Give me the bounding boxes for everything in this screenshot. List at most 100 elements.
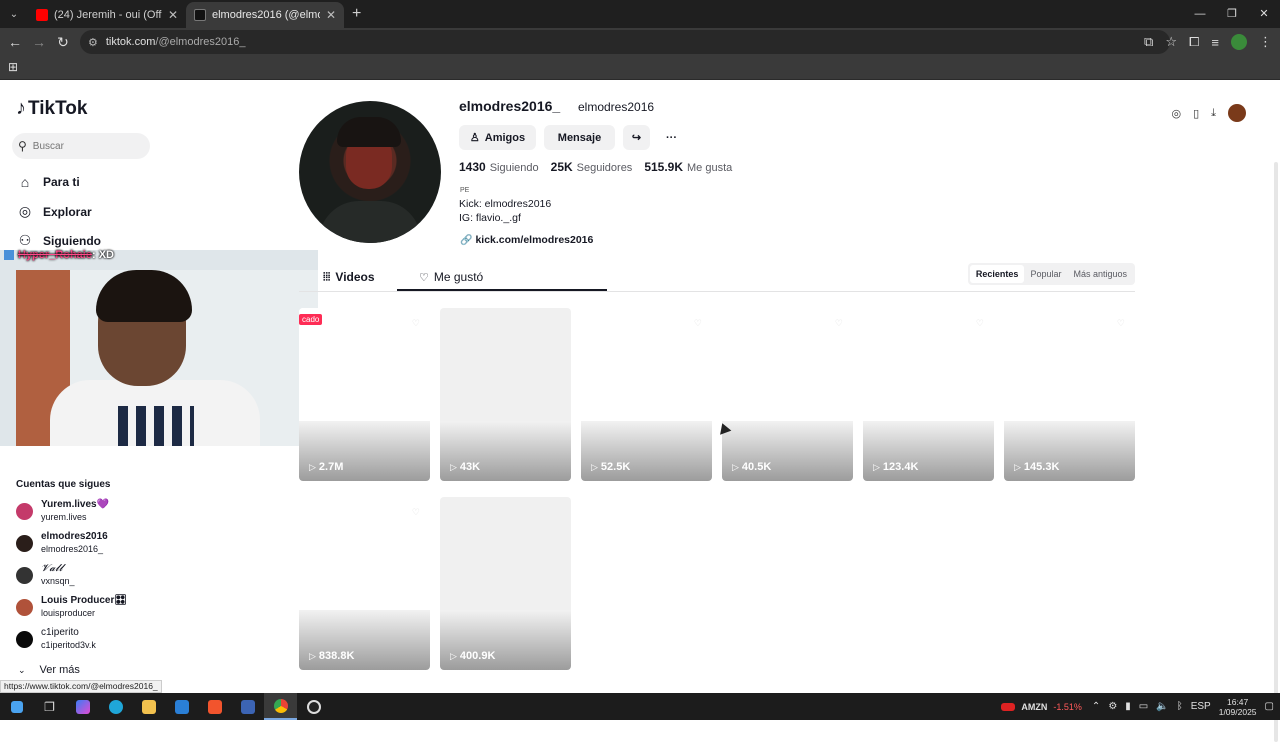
browser-tab[interactable]: (24) Jeremih - oui (Official Audi ✕ [28,2,186,28]
minimize-icon[interactable]: — [1184,0,1216,28]
video-card[interactable]: ♡ ▷ 145.3K [1004,308,1135,481]
tray-app-icon[interactable]: ⚙ [1108,701,1117,712]
heart-icon: ♡ [834,318,843,328]
reload-icon[interactable]: ↻ [51,34,75,51]
share-icon: ↪ [631,132,642,144]
avatar-shirt [319,201,421,243]
search-input[interactable] [32,140,133,152]
following-account[interactable]: Yurem.lives💜 yurem.lives [16,499,109,523]
browser-tab-bar: ⌄ (24) Jeremih - oui (Official Audi ✕ el… [0,0,1280,28]
calculator-icon[interactable] [231,693,264,720]
mail-icon[interactable] [165,693,198,720]
bluetooth-icon[interactable]: ᛒ [1177,701,1183,712]
install-app-icon[interactable]: ⧉ [1144,34,1153,50]
view-count-text: 123.4K [882,461,919,473]
video-card[interactable]: ♡ ▷ 52.5K [581,308,712,481]
task-view-icon[interactable]: ❐ [33,693,66,720]
sort-recent[interactable]: Recientes [969,265,1025,283]
video-card[interactable]: ♡ ▷ 838.8K [299,497,430,670]
compass-icon[interactable]: ◎ [1171,107,1181,120]
notification-icon[interactable]: ▢ [1265,701,1274,712]
close-tab-icon[interactable]: ✕ [168,8,178,22]
grid-icon: ⦙⦙⦙ [323,270,331,283]
following-account[interactable]: c1iperito c1iperitod3v.k [16,627,96,651]
window-controls: — ❐ ✕ [1184,0,1280,28]
more-options-button[interactable]: ··· [658,125,685,150]
tab-liked[interactable]: ♡ Me gustó [419,263,483,291]
mail-glyph [174,699,189,714]
file-explorer-icon[interactable] [132,693,165,720]
friends-button[interactable]: ♙ Amigos [459,125,536,150]
obs-icon[interactable] [297,693,330,720]
site-info-icon[interactable]: ⚙ [88,36,98,49]
search-box[interactable]: ⚲ [12,133,150,159]
address-bar[interactable]: ⚙ tiktok.com/@elmodres2016_ [80,30,1170,54]
new-tab-button[interactable]: + [352,5,361,23]
account-name: Louis Producer🎛 [41,595,128,606]
network-icon[interactable]: ▭ [1139,701,1148,712]
copilot-icon[interactable] [66,693,99,720]
profile-link[interactable]: 🔗 kick.com/elmodres2016 [460,234,593,246]
extensions-icon[interactable]: ⧠ [1189,34,1199,50]
apps-grid-icon[interactable]: ⊞ [8,60,18,74]
page-scrollbar[interactable] [1274,162,1278,742]
volume-icon[interactable]: 🔈 [1156,701,1168,712]
sort-popular[interactable]: Popular [1024,265,1067,283]
brave-icon[interactable] [198,693,231,720]
see-more-button[interactable]: ⌄ Ver más [16,664,80,676]
start-button[interactable] [0,693,33,720]
menu-kebab-icon[interactable]: ⋮ [1259,34,1272,50]
nav-explorar[interactable]: ◎ Explorar [16,203,92,220]
tiktok-logo[interactable]: ♪ TikTok [16,97,87,120]
following-account[interactable]: 𝓥𝓪𝓵𝓵 vxnsqn_ [16,563,75,587]
logo-text: TikTok [28,97,88,119]
avatar [16,598,33,616]
usb-icon[interactable]: ▮ [1125,701,1131,712]
browser-tab-active[interactable]: elmodres2016 (@elmodres2016 ✕ [186,2,344,28]
language-indicator[interactable]: ESP [1191,701,1211,712]
close-tab-icon[interactable]: ✕ [326,8,336,22]
pinned-badge: cado [299,314,323,325]
avatar [16,534,33,552]
nav-siguiendo[interactable]: ⚇ Siguiendo [16,232,101,249]
following-section-title: Cuentas que sigues [16,479,111,490]
video-card[interactable]: ▷ 43K [440,308,571,481]
clock[interactable]: 16:47 1/09/2025 [1219,697,1257,717]
chrome-icon[interactable] [264,693,297,720]
nav-label: Explorar [43,204,92,219]
view-count: ▷ 40.5K [732,461,771,473]
video-card[interactable]: ♡ ▷ 123.4K [863,308,994,481]
tab-search-chevron-icon[interactable]: ⌄ [0,0,28,28]
stock-widget[interactable]: AMZN -1.51% [1001,702,1082,712]
video-card[interactable]: ♡ ▷ 40.5K [722,308,853,481]
download-icon[interactable]: ⤓ [1211,107,1216,120]
nav-para-ti[interactable]: ⌂ Para ti [16,174,80,190]
tab-videos[interactable]: ⦙⦙⦙ Videos [323,263,375,291]
video-card[interactable]: cado ♡ ▷ 2.7M [299,308,430,481]
folder-glyph [141,699,156,714]
media-control-icon[interactable]: ≡ [1211,35,1219,50]
sort-oldest[interactable]: Más antiguos [1067,265,1133,283]
forward-icon[interactable]: → [27,34,51,50]
following-account[interactable]: elmodres2016 elmodres2016_ [16,531,108,555]
profile-avatar-icon[interactable] [1231,34,1247,50]
bookmark-star-icon[interactable]: ☆ [1165,34,1177,50]
following-account[interactable]: Louis Producer🎛 louisproducer [16,595,127,619]
device-icon[interactable]: ▯ [1193,107,1199,120]
chat-overlay: Hyper_Rohaie : XD [4,248,114,262]
message-button[interactable]: Mensaje [544,125,615,150]
edge-icon[interactable] [99,693,132,720]
youtube-favicon-icon [36,9,48,21]
chevron-up-icon[interactable]: ⌃ [1092,701,1100,712]
browser-toolbar: ← → ↻ ⚙ tiktok.com/@elmodres2016_ ⧉ ☆ ⧠ … [0,28,1280,56]
followers-count: 25K [550,160,573,174]
restore-icon[interactable]: ❐ [1216,0,1248,28]
close-window-icon[interactable]: ✕ [1248,0,1280,28]
webcam-overlay [0,250,318,446]
user-avatar[interactable] [1228,104,1246,122]
play-icon: ▷ [873,461,880,472]
share-button[interactable]: ↪ [623,125,650,150]
friends-label: Amigos [484,131,526,144]
back-icon[interactable]: ← [3,34,27,50]
video-card[interactable]: ▷ 400.9K [440,497,571,670]
